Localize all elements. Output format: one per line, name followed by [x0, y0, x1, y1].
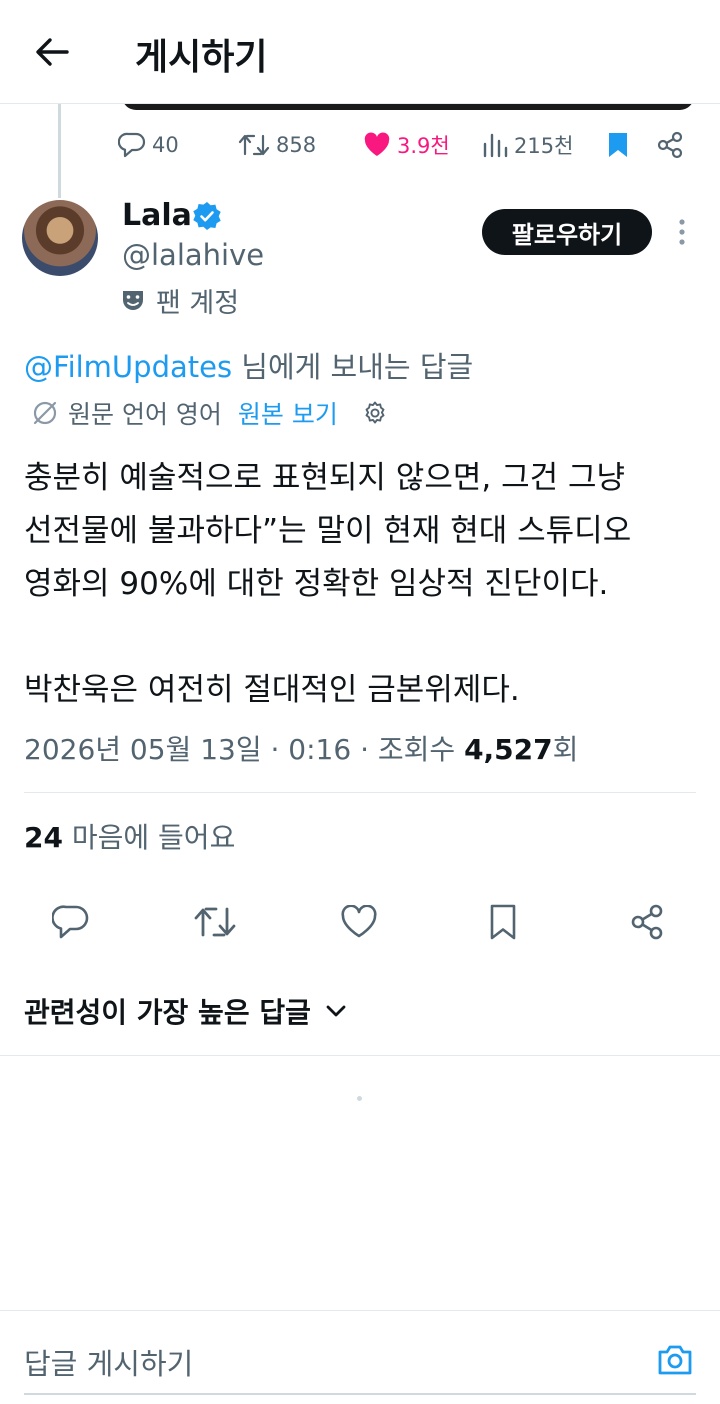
tweet-text-line: 영화의 90%에 대한 정확한 임상적 진단이다.: [24, 566, 609, 602]
likes-count: 24: [24, 821, 63, 854]
parent-like-count: 3.9천: [397, 134, 450, 158]
translation-settings-button[interactable]: [362, 400, 388, 426]
reply-input[interactable]: 답글 게시하기: [24, 1341, 193, 1383]
author-name[interactable]: Lala: [122, 198, 192, 233]
share-icon: [631, 904, 663, 940]
analytics-icon: [483, 133, 508, 158]
parent-reply-count: 40: [152, 133, 179, 157]
retweet-icon: [194, 907, 236, 937]
heart-filled-icon: [364, 132, 390, 156]
page-title: 게시하기: [135, 37, 268, 78]
show-original-link[interactable]: 원본 보기: [238, 395, 338, 431]
author-handle[interactable]: @lalahive: [122, 238, 264, 272]
camera-icon: [658, 1345, 692, 1375]
camera-button[interactable]: [654, 1339, 696, 1381]
reply-sort-dropdown[interactable]: 관련성이 가장 높은 답글: [24, 990, 347, 1032]
parent-retweet-count: 858: [276, 133, 317, 157]
retweet-icon: [238, 134, 270, 156]
mention-link[interactable]: @FilmUpdates: [24, 350, 232, 384]
tweet-views-count: 4,527: [464, 733, 553, 766]
arrow-left-icon: [36, 38, 69, 66]
follow-button[interactable]: 팔로우하기: [482, 209, 652, 255]
tweet-date: 2026년 05월 13일 · 0:16 · 조회수: [24, 733, 465, 766]
back-button[interactable]: [28, 30, 76, 74]
chevron-down-icon: [326, 1005, 346, 1017]
parent-reply-button[interactable]: 40: [118, 128, 179, 162]
thread-connector-line: [58, 104, 61, 198]
parent-retweet-button[interactable]: 858: [238, 128, 316, 162]
tweet-text-line: 선전물에 불과하다”는 말이 현재 현대 스튜디오: [24, 513, 632, 549]
reply-button[interactable]: [49, 900, 93, 944]
parent-share-button[interactable]: [656, 128, 684, 162]
retweet-button[interactable]: [193, 900, 237, 944]
parent-bookmark-button[interactable]: [606, 128, 630, 162]
share-icon: [657, 131, 683, 159]
tweet-timestamp[interactable]: 2026년 05월 13일 · 0:16 · 조회수 4,527회: [24, 728, 578, 768]
fan-account-label: 팬 계정: [120, 282, 240, 319]
reply-context-suffix: 님에게 보내는 답글: [232, 350, 474, 384]
heart-icon: [341, 905, 377, 938]
likes-summary[interactable]: 24 마음에 들어요: [24, 816, 235, 856]
reply-context: @FilmUpdates 님에게 보내는 답글: [24, 344, 473, 386]
reply-sort-label: 관련성이 가장 높은 답글: [24, 996, 311, 1029]
bookmark-icon: [490, 904, 516, 940]
verified-badge-icon: [193, 202, 221, 230]
translation-bar: 원문 언어 영어 원본 보기: [30, 394, 388, 432]
reply-composer: 답글 게시하기: [0, 1310, 720, 1404]
bookmark-button[interactable]: [481, 900, 525, 944]
loading-indicator: [357, 1096, 362, 1101]
tweet-action-bar: [0, 890, 720, 950]
composer-underline: [24, 1393, 696, 1395]
tweet-views-suffix: 회: [552, 733, 579, 766]
theater-mask-icon: [123, 291, 143, 310]
author-avatar[interactable]: [22, 200, 98, 276]
more-options-button[interactable]: [666, 214, 698, 250]
top-app-bar: 게시하기: [0, 0, 720, 104]
like-button[interactable]: [337, 900, 381, 944]
reply-icon: [118, 132, 146, 158]
translate-icon: [33, 401, 57, 425]
tweet-text: 충분히 예술적으로 표현되지 않으면, 그건 그냥 선전물에 불과하다”는 말이…: [24, 452, 704, 717]
likes-label: 마음에 들어요: [62, 821, 236, 854]
gear-icon: [365, 401, 385, 424]
parent-tweet-actions: 40 858 3.9천 215천: [118, 128, 688, 162]
tweet-text-line: 박찬욱은 여전히 절대적인 금본위제다.: [24, 672, 520, 708]
reply-icon: [52, 905, 89, 939]
divider: [24, 792, 696, 793]
account-type-text: 팬 계정: [156, 287, 240, 319]
translation-label: 원문 언어 영어: [68, 400, 222, 429]
bookmark-filled-icon: [609, 133, 627, 157]
parent-like-button[interactable]: 3.9천: [363, 128, 450, 162]
section-divider: [0, 1055, 720, 1056]
tweet-text-line: 충분히 예술적으로 표현되지 않으면, 그건 그냥: [24, 460, 626, 496]
share-button[interactable]: [625, 900, 669, 944]
more-vertical-icon: [679, 219, 685, 245]
parent-views-button[interactable]: 215천: [482, 128, 573, 162]
parent-views-count: 215천: [514, 134, 574, 158]
